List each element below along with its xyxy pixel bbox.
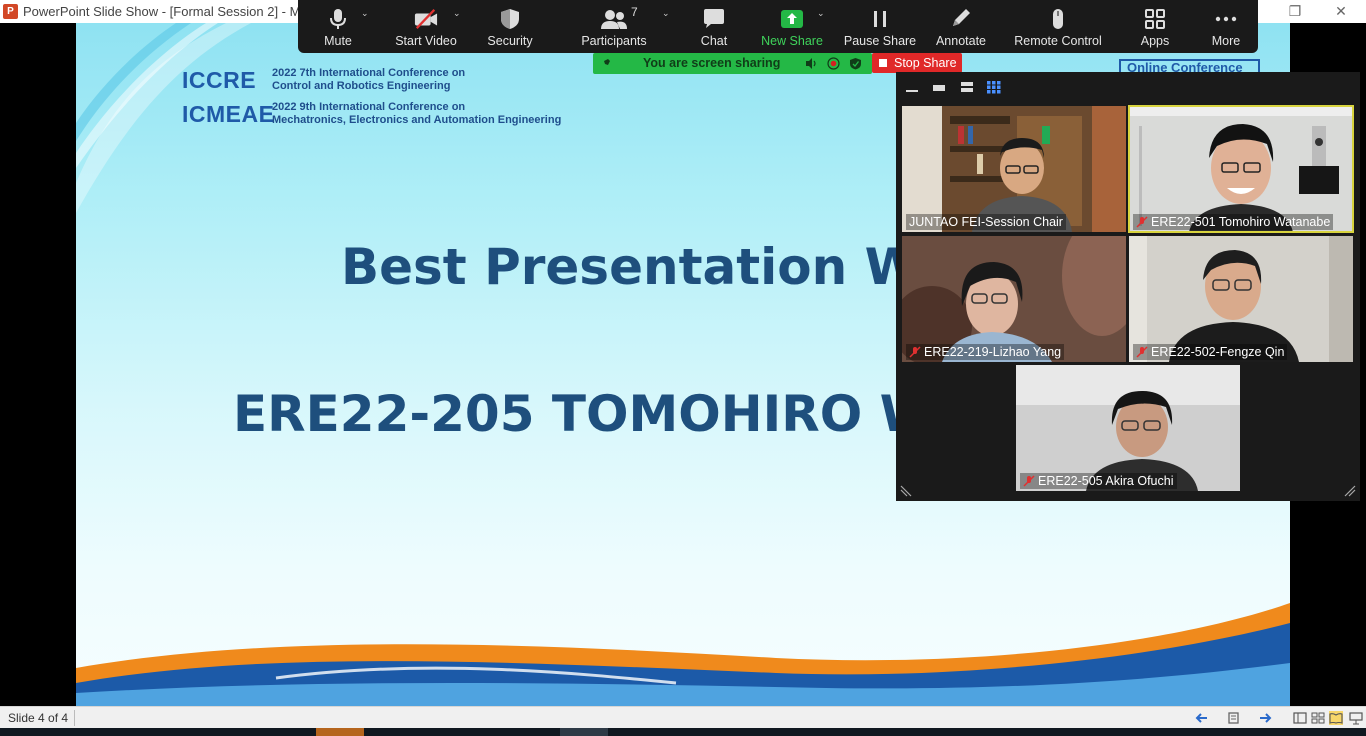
close-button[interactable]: ✕ <box>1318 0 1364 23</box>
slide-sorter-icon[interactable] <box>1311 711 1325 725</box>
screen-sharing-bar[interactable]: You are screen sharing <box>593 53 872 74</box>
video-gallery-panel: JUNTAO FEI-Session Chair ERE22-501 Tomoh… <box>896 72 1360 501</box>
speaker-view-icon[interactable] <box>958 80 976 94</box>
powerpoint-icon: P <box>3 4 18 19</box>
muted-mic-icon <box>909 346 921 358</box>
participants-count: 7 <box>631 5 638 19</box>
chat-button[interactable]: Chat <box>674 0 754 53</box>
remote-control-button[interactable]: Remote Control <box>1008 0 1108 53</box>
previous-slide-icon[interactable] <box>1195 711 1209 725</box>
screen: P PowerPoint Slide Show - [Formal Sessio… <box>0 0 1366 736</box>
participant-name: ERE22-501 Tomohiro Watanabe <box>1133 214 1334 230</box>
slideshow-view-icon[interactable] <box>1349 711 1363 725</box>
record-icon[interactable] <box>827 57 840 70</box>
conference-abbr: ICMEAE <box>182 100 275 127</box>
taskbar-item[interactable] <box>316 728 364 736</box>
pause-share-button[interactable]: Pause Share <box>840 0 920 53</box>
new-share-label: New Share <box>761 34 823 48</box>
annotate-button[interactable]: Annotate <box>921 0 1001 53</box>
remote-control-label: Remote Control <box>1014 34 1102 48</box>
video-tile-active-speaker[interactable]: ERE22-501 Tomohiro Watanabe <box>1128 105 1354 233</box>
share-screen-icon <box>781 10 803 28</box>
conference-row: ICMEAE 2022 9th International Conference… <box>182 97 561 131</box>
shield-icon <box>501 9 519 29</box>
conference-description: 2022 7th International Conference on Con… <box>272 67 466 92</box>
more-label: More <box>1211 34 1241 48</box>
video-tile[interactable]: JUNTAO FEI-Session Chair <box>902 106 1126 232</box>
resize-handle-right-icon[interactable] <box>1344 485 1356 497</box>
apps-label: Apps <box>1140 34 1170 48</box>
video-tile[interactable]: ERE22-219-Lizhao Yang <box>902 236 1126 362</box>
taskbar-item[interactable] <box>560 728 608 736</box>
speaker-icon[interactable] <box>805 57 818 70</box>
participants-options-caret[interactable]: ⌄ <box>662 8 670 19</box>
security-button[interactable]: Security <box>470 0 550 53</box>
next-slide-icon[interactable] <box>1258 711 1272 725</box>
share-options-caret[interactable]: ⌄ <box>817 8 825 19</box>
conference-row: ICCRE 2022 7th International Conference … <box>182 63 561 97</box>
more-icon <box>1215 16 1237 22</box>
taskbar <box>0 728 1366 736</box>
pin-icon[interactable] <box>599 56 613 70</box>
gallery-view-icon[interactable] <box>985 80 1003 94</box>
video-off-icon <box>414 8 438 30</box>
muted-mic-icon <box>1136 346 1148 358</box>
slide-heading: Best Presentation Win <box>341 238 973 296</box>
screen-sharing-status: You are screen sharing <box>643 56 781 70</box>
zoom-toolbar: Mute ⌄ Start Video ⌄ Security Participan… <box>298 0 1258 53</box>
annotate-label: Annotate <box>935 34 987 48</box>
winner-name: ERE22-205 TOMOHIRO WA <box>233 385 972 443</box>
participant-name: ERE22-502-Fengze Qin <box>1133 344 1288 360</box>
more-button[interactable]: More <box>1186 0 1266 53</box>
stop-share-label: Stop Share <box>894 56 957 70</box>
stop-icon <box>879 59 887 67</box>
slide-wave-decoration <box>76 603 1290 706</box>
security-shield-icon[interactable] <box>849 57 862 70</box>
video-options-caret[interactable]: ⌄ <box>453 8 461 19</box>
participant-name: ERE22-505 Akira Ofuchi <box>1020 473 1177 489</box>
stop-share-button[interactable]: Stop Share <box>872 53 962 73</box>
normal-view-icon[interactable] <box>1293 711 1307 725</box>
conference-abbr: ICCRE <box>182 66 257 93</box>
minimize-video-icon[interactable] <box>903 80 921 94</box>
slide-counter: Slide 4 of 4 <box>8 711 69 725</box>
mute-options-caret[interactable]: ⌄ <box>361 8 369 19</box>
conference-description: 2022 9th International Conference on Mec… <box>272 101 562 126</box>
mouse-icon <box>1053 9 1063 29</box>
pause-share-label: Pause Share <box>843 34 917 48</box>
conference-header: ICCRE 2022 7th International Conference … <box>182 63 561 131</box>
participants-label: Participants <box>581 34 647 48</box>
pause-icon <box>874 11 886 27</box>
hide-video-icon[interactable] <box>930 80 948 94</box>
video-tile[interactable]: ERE22-502-Fengze Qin <box>1129 236 1353 362</box>
slideshow-statusbar: Slide 4 of 4 <box>0 706 1366 728</box>
chat-label: Chat <box>700 34 728 48</box>
reading-view-icon[interactable] <box>1329 711 1343 725</box>
pencil-icon <box>953 9 970 26</box>
resize-handle-left-icon[interactable] <box>900 485 912 497</box>
muted-mic-icon <box>1023 475 1035 487</box>
start-video-label: Start Video <box>395 34 457 48</box>
participants-button[interactable]: Participants <box>574 0 654 53</box>
mute-label: Mute <box>324 34 352 48</box>
chat-icon <box>704 9 724 28</box>
participant-name: JUNTAO FEI-Session Chair <box>906 214 1066 230</box>
restore-button[interactable]: ❐ <box>1272 0 1318 23</box>
status-divider <box>74 710 75 726</box>
microphone-icon <box>330 9 346 29</box>
video-tile[interactable]: ERE22-505 Akira Ofuchi <box>1016 365 1240 491</box>
muted-mic-icon <box>1136 216 1148 228</box>
apps-button[interactable]: Apps <box>1115 0 1195 53</box>
slide-menu-icon[interactable] <box>1227 711 1241 725</box>
window-title: PowerPoint Slide Show - [Formal Session … <box>23 4 298 19</box>
security-label: Security <box>487 34 533 48</box>
apps-icon <box>1145 9 1165 29</box>
participants-icon <box>601 10 627 29</box>
participant-name: ERE22-219-Lizhao Yang <box>906 344 1065 360</box>
